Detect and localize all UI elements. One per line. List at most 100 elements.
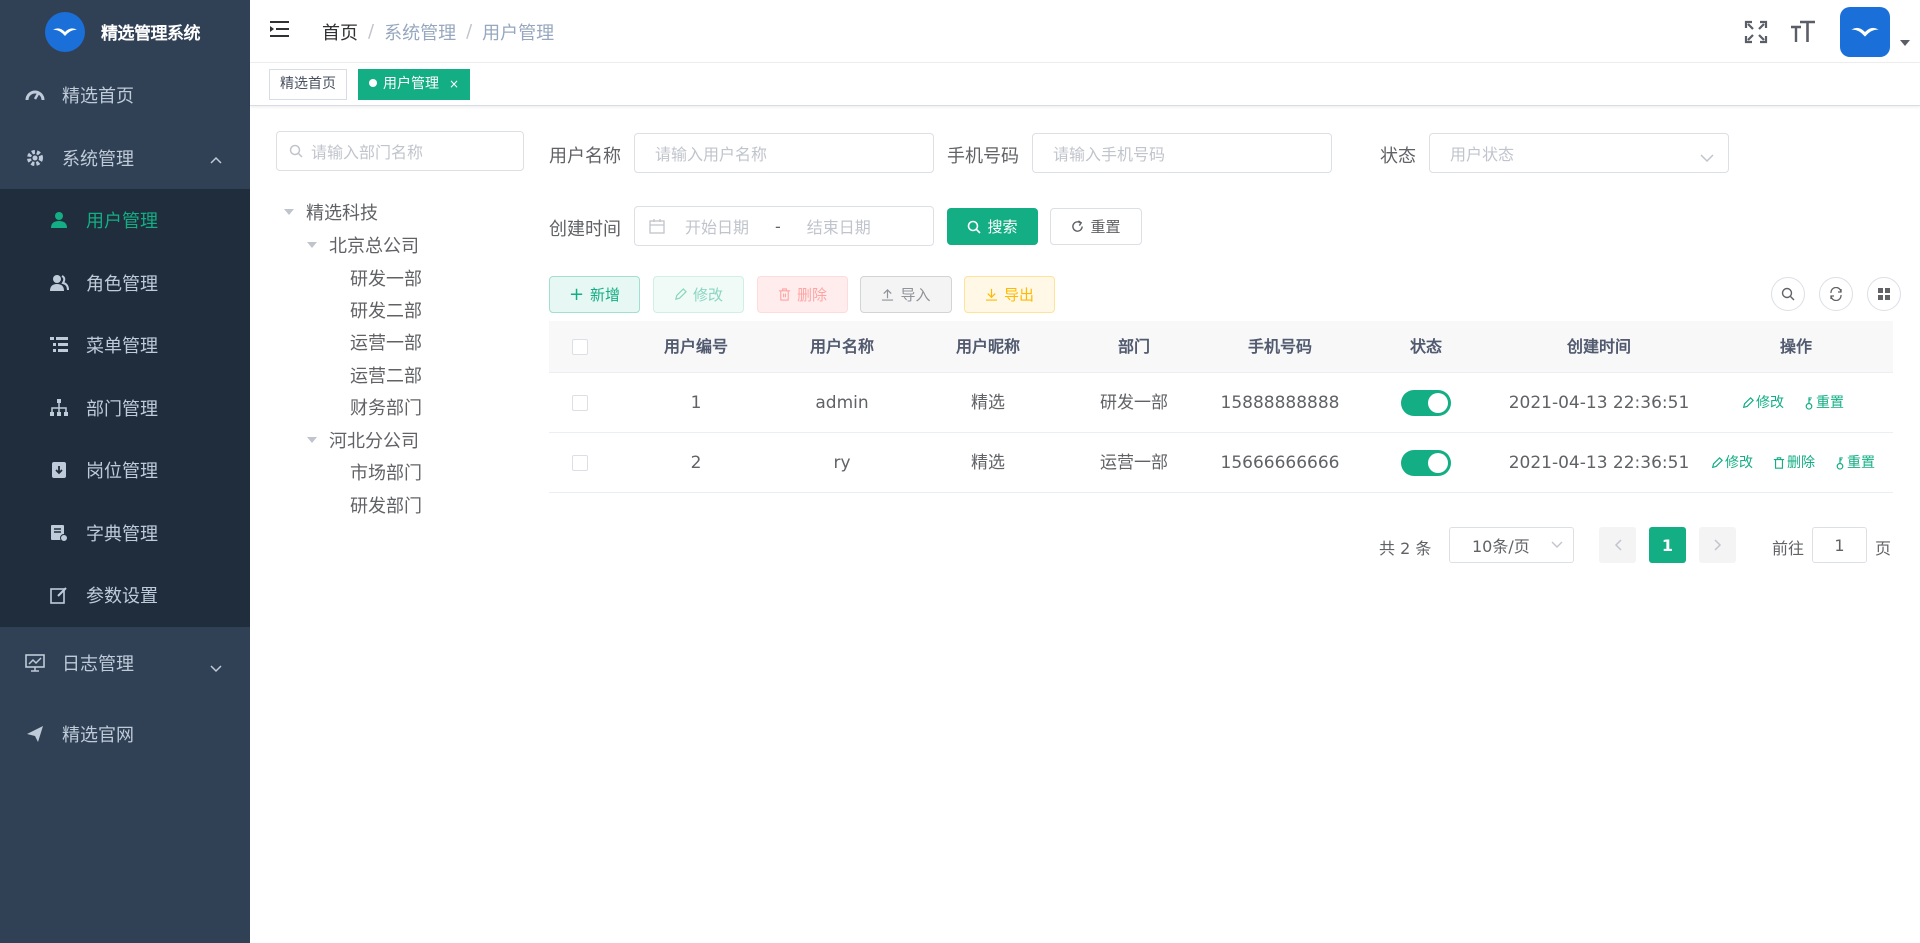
sidebar-item-home[interactable]: 精选首页	[0, 63, 250, 126]
search-icon	[967, 220, 982, 234]
caret-down-icon[interactable]	[307, 242, 317, 248]
reset-password-link[interactable]: 重置	[1835, 433, 1875, 493]
app-title: 精选管理系统	[101, 24, 201, 44]
fullscreen-icon[interactable]	[1744, 20, 1768, 44]
caret-down-icon[interactable]	[1890, 39, 1920, 46]
tree-node-beijing[interactable]: 北京总公司	[307, 230, 419, 260]
select-all-checkbox[interactable]	[572, 339, 588, 355]
chevron-right-icon	[1713, 539, 1722, 551]
table-row: 1 admin 精选 研发一部 15888888888 2021-04-13 2…	[549, 373, 1893, 433]
sidebar-item-label: 精选首页	[62, 85, 134, 107]
active-dot-icon	[369, 79, 377, 87]
sidebar-item-label: 系统管理	[62, 148, 134, 170]
edit-icon	[674, 288, 687, 301]
add-button[interactable]: + 新增	[549, 276, 640, 313]
next-page-button[interactable]	[1699, 527, 1736, 563]
tag-home[interactable]: 精选首页	[269, 69, 347, 100]
dashboard-icon	[24, 86, 46, 104]
row-checkbox[interactable]	[572, 455, 588, 471]
sidebar-item-dicts[interactable]: 字典管理	[0, 502, 250, 565]
tree-node-leaf[interactable]: 运营一部	[350, 327, 422, 357]
breadcrumb: 首页 / 系统管理 / 用户管理	[322, 0, 554, 63]
sidebar-item-website[interactable]: 精选官网	[0, 699, 250, 769]
tree-node-label: 财务部门	[350, 398, 422, 419]
page-number-current[interactable]: 1	[1649, 527, 1686, 563]
avatar[interactable]	[1840, 6, 1890, 57]
delete-button[interactable]: 删除	[757, 276, 848, 313]
export-button[interactable]: 导出	[964, 276, 1055, 313]
columns-button[interactable]	[1867, 277, 1901, 311]
tree-node-leaf[interactable]: 研发二部	[350, 295, 422, 325]
sidebar-item-depts[interactable]: 部门管理	[0, 377, 250, 440]
delete-link[interactable]: 删除	[1773, 433, 1815, 493]
edit-icon	[48, 586, 70, 605]
tree-node-leaf[interactable]: 研发一部	[350, 263, 422, 293]
hamburger-icon[interactable]	[270, 20, 290, 42]
breadcrumb-home[interactable]: 首页	[322, 19, 358, 45]
search-button[interactable]: 搜索	[947, 208, 1038, 245]
sidebar-item-roles[interactable]: 角色管理	[0, 252, 250, 315]
key-icon	[1835, 456, 1845, 470]
tree-node-label: 研发部门	[350, 496, 422, 517]
caret-down-icon[interactable]	[284, 209, 294, 215]
username-label: 用户名称	[549, 146, 621, 167]
edit-button-label: 修改	[692, 286, 723, 304]
tree-node-label: 精选科技	[306, 203, 378, 224]
date-range-picker[interactable]: 开始日期 - 结束日期	[634, 206, 934, 246]
tree-node-leaf[interactable]: 研发部门	[350, 490, 422, 520]
font-size-icon[interactable]	[1790, 20, 1816, 44]
goto-page-input[interactable]: 1	[1812, 527, 1867, 563]
table-row: 2 ry 精选 运营一部 15666666666 2021-04-13 22:3…	[549, 433, 1893, 493]
logo[interactable]: 精选管理系统	[0, 0, 250, 63]
status-switch[interactable]	[1401, 450, 1451, 476]
caret-down-icon[interactable]	[307, 437, 317, 443]
sidebar-item-system[interactable]: 系统管理	[0, 126, 250, 189]
edit-button[interactable]: 修改	[653, 276, 744, 313]
tag-label: 精选首页	[280, 76, 336, 92]
page-size-select[interactable]: 10条/页	[1449, 527, 1574, 563]
edit-link[interactable]: 修改	[1711, 433, 1753, 493]
tree-node-leaf[interactable]: 市场部门	[350, 457, 422, 487]
phone-input[interactable]: 请输入手机号码	[1032, 133, 1332, 173]
post-icon	[48, 461, 70, 479]
username-input[interactable]: 请输入用户名称	[634, 133, 934, 173]
gear-icon	[24, 148, 46, 168]
tree-node-leaf[interactable]: 财务部门	[350, 392, 422, 422]
add-button-label: 新增	[590, 286, 621, 304]
tree-node-leaf[interactable]: 运营二部	[350, 360, 422, 390]
status-select[interactable]: 用户状态	[1429, 133, 1729, 173]
send-icon	[24, 725, 46, 743]
refresh-button[interactable]	[1819, 277, 1853, 311]
close-icon[interactable]: ×	[449, 77, 459, 91]
column-header: 用户昵称	[955, 337, 1020, 356]
sidebar-item-config[interactable]: 参数设置	[0, 564, 250, 627]
tag-label: 用户管理	[383, 76, 439, 92]
tag-users[interactable]: 用户管理 ×	[358, 69, 471, 100]
cell-nickname: 精选	[971, 393, 1005, 413]
dict-icon	[48, 524, 70, 542]
range-separator: -	[775, 216, 781, 236]
dept-search-input[interactable]: 请输入部门名称	[276, 131, 524, 171]
import-button[interactable]: 导入	[860, 276, 952, 313]
page-number-label: 1	[1661, 535, 1674, 555]
edit-link[interactable]: 修改	[1742, 373, 1784, 433]
sidebar-item-logs[interactable]: 日志管理	[0, 627, 250, 699]
cell-phone: 15888888888	[1220, 393, 1340, 413]
trash-icon	[1773, 457, 1785, 469]
status-switch[interactable]	[1401, 390, 1451, 416]
tree-node-label: 运营一部	[350, 333, 422, 354]
reset-password-link[interactable]: 重置	[1804, 373, 1844, 433]
row-checkbox[interactable]	[572, 395, 588, 411]
reset-button[interactable]: 重置	[1050, 208, 1142, 245]
tree-node-label: 市场部门	[350, 463, 422, 484]
toggle-search-button[interactable]	[1771, 277, 1805, 311]
sidebar-item-posts[interactable]: 岗位管理	[0, 439, 250, 502]
sidebar-item-users[interactable]: 用户管理	[0, 189, 250, 252]
tree-node-root[interactable]: 精选科技	[284, 197, 378, 227]
cell-username: admin	[815, 393, 869, 413]
prev-page-button[interactable]	[1599, 527, 1636, 563]
sidebar-item-menus[interactable]: 菜单管理	[0, 314, 250, 377]
cell-id: 2	[690, 453, 702, 473]
pagination-total: 共 2 条	[1379, 539, 1432, 558]
tree-node-hebei[interactable]: 河北分公司	[307, 425, 419, 455]
